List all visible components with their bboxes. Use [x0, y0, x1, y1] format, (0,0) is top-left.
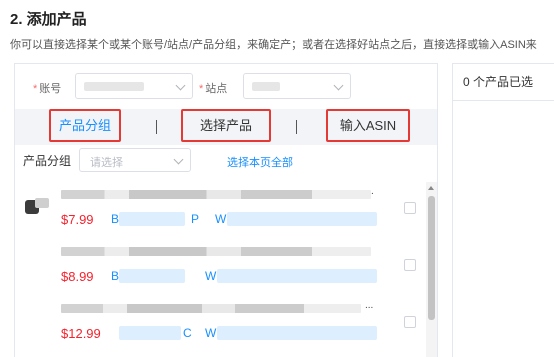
account-label: * 账号 — [33, 83, 62, 95]
tab-product-group[interactable]: 产品分组 — [49, 109, 121, 142]
product-sku-link[interactable]: W — [215, 212, 226, 226]
site-value — [252, 82, 280, 91]
product-thumbnail — [21, 196, 51, 216]
product-price: $12.99 — [61, 326, 101, 341]
list-item[interactable]: ... $12.99 C W — [15, 296, 425, 352]
section-title: 2. 添加产品 — [10, 11, 87, 28]
tab-divider — [296, 120, 297, 134]
product-selector-panel: * 账号 * 站点 产品分组 选择产品 输入ASIN 产品分组 请选择 选择本页全部… — [14, 63, 438, 357]
product-asin-blurred — [119, 269, 185, 283]
account-select[interactable] — [75, 73, 193, 99]
tab-bar: 产品分组 选择产品 输入ASIN — [15, 109, 437, 145]
product-sku-blurred — [227, 212, 377, 226]
tab-input-asin[interactable]: 输入ASIN — [326, 109, 410, 142]
chevron-down-icon — [333, 80, 344, 91]
site-select[interactable] — [243, 73, 351, 99]
account-value — [84, 82, 144, 91]
product-title-blurred — [61, 304, 361, 313]
group-label: 产品分组 — [23, 154, 72, 168]
group-select-placeholder: 请选择 — [90, 157, 123, 169]
product-asin-blurred — [119, 212, 185, 226]
product-title-blurred — [61, 190, 371, 199]
group-filter-row: 产品分组 请选择 选择本页全部 — [15, 148, 437, 176]
product-list: . $7.99 B P W $8.99 B W ... $12.99 C W — [15, 182, 425, 357]
product-checkbox[interactable] — [404, 259, 416, 271]
product-checkbox[interactable] — [404, 316, 416, 328]
product-sku-link[interactable]: W — [205, 326, 216, 340]
tab-divider — [156, 120, 157, 134]
product-asin-link[interactable]: B — [111, 269, 119, 283]
product-sku-link[interactable]: W — [205, 269, 216, 283]
list-item[interactable]: $8.99 B W — [15, 239, 425, 295]
chevron-down-icon — [173, 154, 184, 165]
group-select[interactable]: 请选择 — [79, 148, 191, 172]
selected-products-panel: 0 个产品已选 — [452, 63, 554, 357]
scroll-thumb[interactable] — [428, 196, 435, 320]
product-asin-link[interactable]: B — [111, 212, 119, 226]
selected-count: 0 个产品已选 — [453, 64, 554, 101]
product-code-link[interactable]: C — [183, 326, 192, 340]
tab-select-product[interactable]: 选择产品 — [181, 109, 271, 142]
product-asin-blurred — [119, 326, 181, 340]
select-all-page-link[interactable]: 选择本页全部 — [227, 154, 293, 170]
section-description: 你可以直接选择某个或某个账号/站点/产品分组，来确定产；或者在选择好站点之后，直… — [10, 39, 537, 51]
product-code-link[interactable]: P — [191, 212, 199, 226]
scroll-up-arrow-icon[interactable] — [428, 186, 434, 190]
product-title-blurred — [61, 247, 371, 256]
product-price: $8.99 — [61, 269, 94, 284]
product-checkbox[interactable] — [404, 202, 416, 214]
list-item[interactable]: . $7.99 B P W — [15, 182, 425, 238]
filter-row: * 账号 * 站点 — [15, 64, 437, 109]
site-label: * 站点 — [199, 83, 228, 95]
chevron-down-icon — [175, 80, 186, 91]
product-price: $7.99 — [61, 212, 94, 227]
product-sku-blurred — [217, 326, 377, 340]
product-sku-blurred — [217, 269, 377, 283]
list-scrollbar[interactable] — [426, 182, 437, 357]
